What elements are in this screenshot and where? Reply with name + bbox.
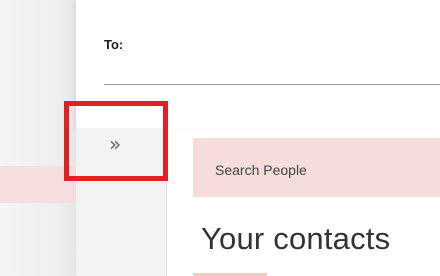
search-people-input[interactable]: Search People: [193, 138, 440, 197]
to-field-label: To:: [104, 37, 124, 52]
expand-people-pane-button[interactable]: »: [64, 101, 168, 181]
to-field-underline[interactable]: [104, 84, 440, 85]
double-chevron-right-icon[interactable]: »: [109, 134, 121, 154]
search-people-placeholder: Search People: [215, 162, 307, 178]
your-contacts-heading: Your contacts: [201, 221, 391, 256]
